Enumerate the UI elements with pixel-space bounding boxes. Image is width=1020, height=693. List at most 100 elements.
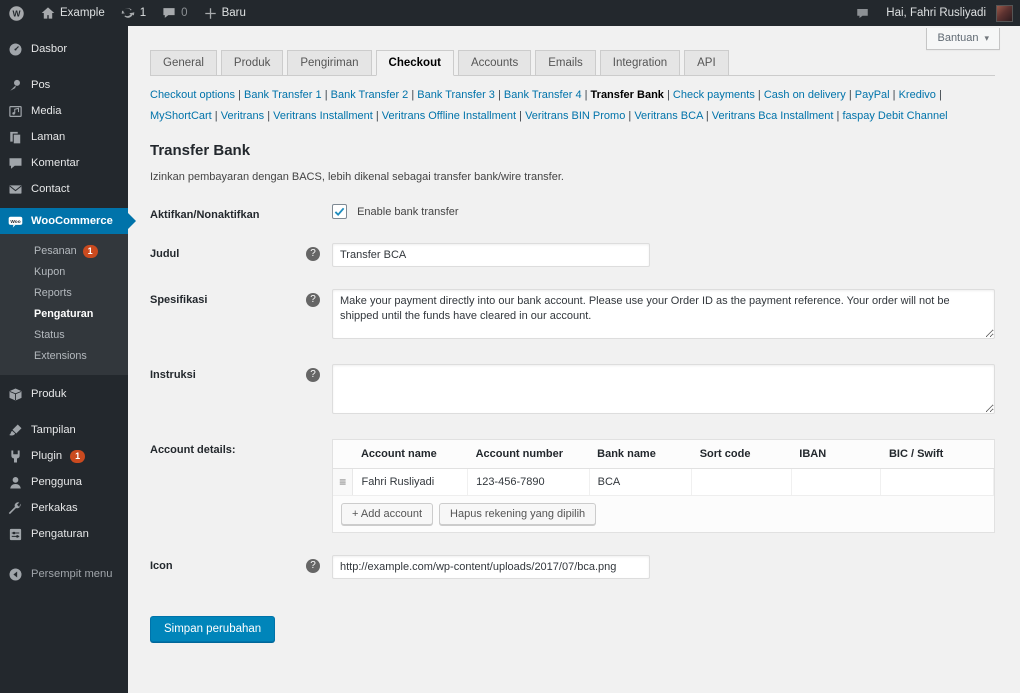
account-name-input[interactable] <box>353 469 468 495</box>
feedback-menu[interactable] <box>847 0 878 26</box>
subnav-link-checkout-options[interactable]: Checkout options <box>150 89 244 101</box>
tab-general[interactable]: General <box>150 50 217 76</box>
accounts-row: Account details: Account name Account nu… <box>150 428 995 544</box>
sidebar-item-woocommerce[interactable]: Woo WooCommerce <box>0 208 136 234</box>
iban-input[interactable] <box>791 469 881 495</box>
tab-api[interactable]: API <box>684 50 729 76</box>
woocommerce-icon: Woo <box>8 214 23 229</box>
bic-swift-header: BIC / Swift <box>880 440 994 469</box>
description-textarea[interactable]: Make your payment directly into our bank… <box>332 289 995 339</box>
site-menu[interactable]: Example <box>33 0 113 26</box>
drag-handle-icon[interactable]: ≡ <box>333 468 354 496</box>
comments-menu[interactable]: 0 <box>154 0 195 26</box>
submenu-item-coupons[interactable]: Kupon <box>0 262 128 283</box>
subnav-link-veritrans[interactable]: Veritrans <box>221 110 273 122</box>
sidebar-item-plugins[interactable]: Plugin 1 <box>0 443 128 469</box>
help-button[interactable]: Bantuan ▾ <box>926 28 1000 50</box>
sidebar-item-contact[interactable]: Contact <box>0 176 128 202</box>
updates-menu[interactable]: 1 <box>113 0 154 26</box>
svg-text:Woo: Woo <box>10 218 20 224</box>
help-icon[interactable]: ? <box>306 368 320 382</box>
page-description: Izinkan pembayaran dengan BACS, lebih di… <box>150 171 564 183</box>
icon-url-input[interactable] <box>332 555 650 579</box>
subnav-link-veritrans-installment[interactable]: Veritrans Installment <box>273 110 382 122</box>
subnav-link-paypal[interactable]: PayPal <box>855 89 899 101</box>
submenu-item-orders[interactable]: Pesanan 1 <box>0 241 128 262</box>
sort-code-input[interactable] <box>692 469 791 495</box>
subnav-link-bank-transfer-4[interactable]: Bank Transfer 4 <box>504 89 591 101</box>
collapse-menu-button[interactable]: Persempit menu <box>0 561 128 587</box>
sidebar-item-appearance[interactable]: Tampilan <box>0 417 128 443</box>
admin-bar: W Example 1 0 Baru Hai, Fahri Rusliyadi <box>0 0 1020 26</box>
sidebar-item-pages[interactable]: Laman <box>0 124 128 150</box>
sidebar-item-products[interactable]: Produk <box>0 381 128 407</box>
subnav-link-veritrans-bca-installment[interactable]: Veritrans Bca Installment <box>712 110 843 122</box>
icon-label-cell: Icon ? <box>150 555 332 579</box>
sidebar-item-media[interactable]: Media <box>0 98 128 124</box>
subnav-link-cash-on-delivery[interactable]: Cash on delivery <box>764 89 855 101</box>
tab-emails[interactable]: Emails <box>535 50 596 76</box>
description-label: Spesifikasi <box>150 294 208 306</box>
description-row: Spesifikasi ? Make your payment directly… <box>150 278 995 353</box>
subnav-link-faspay-debit-channel[interactable]: faspay Debit Channel <box>842 110 947 122</box>
tab-pengiriman[interactable]: Pengiriman <box>287 50 372 76</box>
help-icon[interactable]: ? <box>306 293 320 307</box>
subnav-link-veritrans-offline-installment[interactable]: Veritrans Offline Installment <box>382 110 525 122</box>
account-number-input[interactable] <box>468 469 589 495</box>
subnav-link-transfer-bank[interactable]: Transfer Bank <box>591 89 673 101</box>
tab-accounts[interactable]: Accounts <box>457 50 532 76</box>
sidebar-item-label: WooCommerce <box>31 215 113 227</box>
sidebar-item-dashboard[interactable]: Dasbor <box>0 36 128 62</box>
avatar <box>996 4 1013 22</box>
menu-separator <box>0 62 128 72</box>
media-icon <box>8 104 23 119</box>
settings-form: Aktifkan/Nonaktifkan Enable bank transfe… <box>150 193 995 590</box>
new-content-menu[interactable]: Baru <box>196 0 254 26</box>
sidebar-item-posts[interactable]: Pos <box>0 72 128 98</box>
account-menu[interactable]: Hai, Fahri Rusliyadi <box>878 0 1020 26</box>
subnav-link-veritrans-bin-promo[interactable]: Veritrans BIN Promo <box>525 110 634 122</box>
account-row: ≡ <box>333 468 994 496</box>
sidebar-item-settings[interactable]: Pengaturan <box>0 521 128 547</box>
save-changes-button[interactable]: Simpan perubahan <box>150 616 276 642</box>
tab-integration[interactable]: Integration <box>599 50 681 76</box>
paintbrush-icon <box>8 423 23 438</box>
current-menu-arrow <box>128 213 136 229</box>
bic-swift-input[interactable] <box>881 469 993 495</box>
sliders-icon <box>8 527 23 542</box>
user-icon <box>8 475 23 490</box>
sidebar-item-label: Tampilan <box>31 424 76 436</box>
sidebar-item-comments[interactable]: Komentar <box>0 150 128 176</box>
instructions-textarea[interactable] <box>332 364 995 414</box>
help-icon[interactable]: ? <box>306 559 320 573</box>
subnav-link-bank-transfer-1[interactable]: Bank Transfer 1 <box>244 89 331 101</box>
subnav-link-veritrans-bca[interactable]: Veritrans BCA <box>634 110 711 122</box>
iban-header: IBAN <box>791 440 881 469</box>
subnav-link-bank-transfer-3[interactable]: Bank Transfer 3 <box>417 89 504 101</box>
wordpress-logo[interactable]: W <box>0 0 33 26</box>
submenu-item-reports[interactable]: Reports <box>0 283 128 304</box>
add-account-button[interactable]: + Add account <box>341 503 434 525</box>
sidebar-item-users[interactable]: Pengguna <box>0 469 128 495</box>
sidebar-item-label: Media <box>31 105 62 117</box>
subnav-link-kredivo[interactable]: Kredivo <box>899 89 942 101</box>
subnav-link-myshortcart[interactable]: MyShortCart <box>150 110 221 122</box>
title-input[interactable] <box>332 243 650 267</box>
submenu-item-extensions[interactable]: Extensions <box>0 346 128 367</box>
subnav-link-check-payments[interactable]: Check payments <box>673 89 764 101</box>
delete-accounts-button[interactable]: Hapus rekening yang dipilih <box>439 503 597 525</box>
wrench-icon <box>8 501 23 516</box>
package-icon <box>8 387 23 402</box>
subnav-link-bank-transfer-2[interactable]: Bank Transfer 2 <box>331 89 418 101</box>
submenu-item-settings[interactable]: Pengaturan <box>0 304 128 325</box>
tab-checkout[interactable]: Checkout <box>375 50 454 76</box>
enable-checkbox[interactable] <box>332 204 347 219</box>
sidebar-item-label: Laman <box>31 131 66 143</box>
help-icon[interactable]: ? <box>306 247 320 261</box>
sidebar-item-tools[interactable]: Perkakas <box>0 495 128 521</box>
sidebar-item-label: Perkakas <box>31 502 78 514</box>
submenu-item-status[interactable]: Status <box>0 325 128 346</box>
icon-control-cell <box>332 555 995 579</box>
tab-produk[interactable]: Produk <box>220 50 284 76</box>
bank-name-input[interactable] <box>589 469 692 495</box>
